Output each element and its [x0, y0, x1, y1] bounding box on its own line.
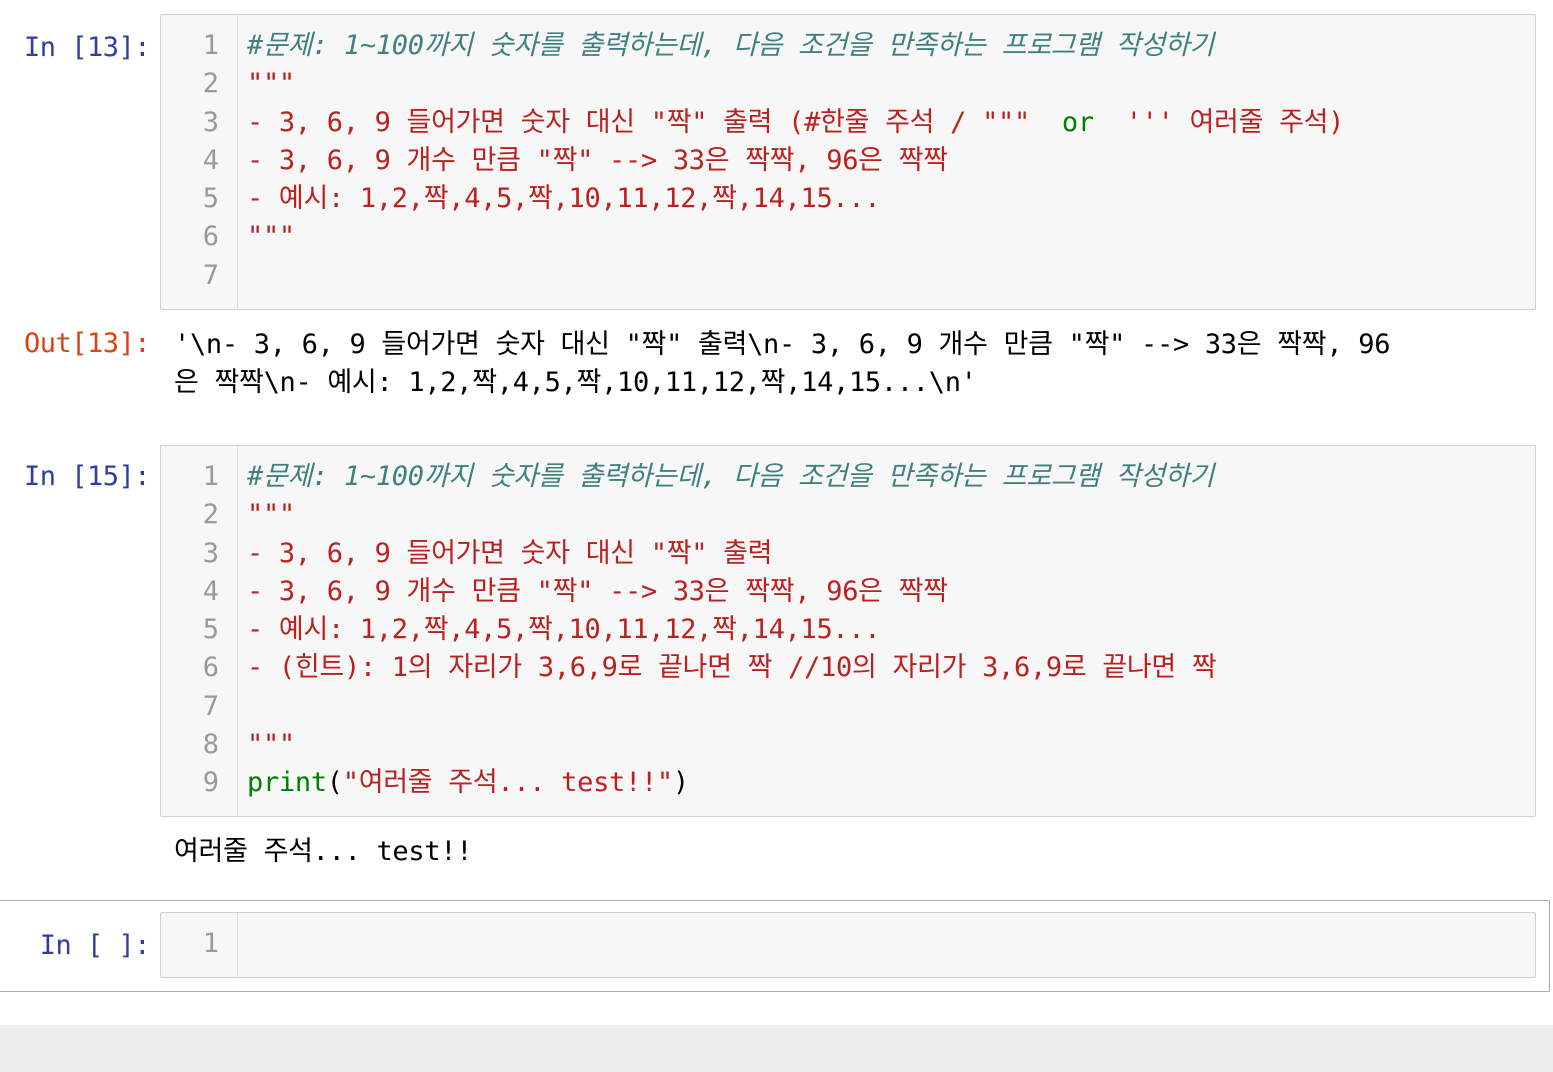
- code-line[interactable]: 9 print("여러줄 주석... test!!"): [161, 764, 1535, 802]
- code-token: "여러줄 주석... test!!": [342, 767, 673, 799]
- code-text: - 3, 6, 9 들어가면 숫자 대신 "짝" 출력 (#한줄 주석 / ""…: [247, 104, 1344, 142]
- code-line[interactable]: 6 - (힌트): 1의 자리가 3,6,9로 끝나면 짝 //10의 자리가 3…: [161, 649, 1535, 687]
- line-number: 4: [202, 144, 219, 176]
- line-number: 6: [202, 221, 219, 253]
- code-token: #문제: 1~100까지 숫자를 출력하는데, 다음 조건을 만족하는 프로그램…: [247, 461, 1214, 492]
- code-text: - 예시: 1,2,짝,4,5,짝,10,11,12,짝,14,15...: [247, 611, 881, 649]
- code-text: - 3, 6, 9 들어가면 숫자 대신 "짝" 출력: [247, 535, 773, 573]
- code-text: """: [247, 496, 295, 534]
- code-token: - 3, 6, 9 들어가면 숫자 대신 "짝" 출력 (#한줄 주석 / ""…: [247, 106, 1062, 138]
- cell-2-stdout-line-1: 여러줄 주석... test!!: [174, 836, 473, 867]
- code-token: - 3, 6, 9 개수 만큼 "짝" --> 33은 짝짝, 96은 짝짝: [247, 575, 948, 607]
- code-line[interactable]: 2 """: [161, 496, 1535, 534]
- code-token: """: [247, 499, 295, 531]
- cell-1-code-editor[interactable]: 1 #문제: 1~100까지 숫자를 출력하는데, 다음 조건을 만족하는 프로그…: [160, 14, 1536, 310]
- code-line[interactable]: 5 - 예시: 1,2,짝,4,5,짝,10,11,12,짝,14,15...: [161, 611, 1535, 649]
- cell-2-code-editor[interactable]: 1 #문제: 1~100까지 숫자를 출력하는데, 다음 조건을 만족하는 프로그…: [160, 445, 1536, 817]
- code-text: - 예시: 1,2,짝,4,5,짝,10,11,12,짝,14,15...: [247, 180, 881, 218]
- code-line[interactable]: 4 - 3, 6, 9 개수 만큼 "짝" --> 33은 짝짝, 96은 짝짝: [161, 142, 1535, 180]
- code-line[interactable]: 1 #문제: 1~100까지 숫자를 출력하는데, 다음 조건을 만족하는 프로그…: [161, 27, 1535, 65]
- cell-1-output-line-1: '\n- 3, 6, 9 들어가면 숫자 대신 "짝" 출력\n- 3, 6, …: [174, 329, 1391, 360]
- notebook-bottom-area: [0, 1025, 1553, 1072]
- code-token: (: [326, 767, 343, 799]
- line-number: 3: [202, 537, 219, 569]
- line-number: 5: [202, 183, 219, 215]
- line-number: 1: [202, 928, 219, 959]
- code-text: - 3, 6, 9 개수 만큼 "짝" --> 33은 짝짝, 96은 짝짝: [247, 142, 948, 180]
- cell-1-output-line-2: 은 짝짝\n- 예시: 1,2,짝,4,5,짝,10,11,12,짝,14,15…: [174, 367, 977, 398]
- line-number: 2: [202, 499, 219, 531]
- cell-3-code-lines: 1: [161, 925, 1535, 963]
- code-token: - 3, 6, 9 들어가면 숫자 대신 "짝" 출력: [247, 537, 773, 569]
- code-text: print("여러줄 주석... test!!"): [247, 764, 689, 802]
- code-line[interactable]: 5 - 예시: 1,2,짝,4,5,짝,10,11,12,짝,14,15...: [161, 180, 1535, 218]
- code-line[interactable]: 1 #문제: 1~100까지 숫자를 출력하는데, 다음 조건을 만족하는 프로그…: [161, 458, 1535, 496]
- code-token: - 예시: 1,2,짝,4,5,짝,10,11,12,짝,14,15...: [247, 614, 881, 646]
- code-token: """: [247, 729, 295, 761]
- code-line[interactable]: 1: [161, 925, 1535, 963]
- code-token: - 3, 6, 9 개수 만큼 "짝" --> 33은 짝짝, 96은 짝짝: [247, 144, 948, 176]
- line-number: 4: [202, 575, 219, 607]
- code-line[interactable]: 7: [161, 688, 1535, 726]
- line-number: 7: [202, 690, 219, 722]
- notebook-container: In [13]: 1 #문제: 1~100까지 숫자를 출력하는데, 다음 조건을…: [0, 0, 1553, 1025]
- code-token: """: [247, 68, 295, 100]
- code-line[interactable]: 4 - 3, 6, 9 개수 만큼 "짝" --> 33은 짝짝, 96은 짝짝: [161, 573, 1535, 611]
- code-token: """: [247, 221, 295, 253]
- code-line[interactable]: 3 - 3, 6, 9 들어가면 숫자 대신 "짝" 출력 (#한줄 주석 / "…: [161, 104, 1535, 142]
- line-number: 3: [202, 106, 219, 138]
- code-text: #문제: 1~100까지 숫자를 출력하는데, 다음 조건을 만족하는 프로그램…: [247, 27, 1214, 65]
- cell-1-code-lines: 1 #문제: 1~100까지 숫자를 출력하는데, 다음 조건을 만족하는 프로그…: [161, 27, 1535, 295]
- code-text: """: [247, 726, 295, 764]
- line-number: 8: [202, 729, 219, 761]
- code-text: - 3, 6, 9 개수 만큼 "짝" --> 33은 짝짝, 96은 짝짝: [247, 573, 948, 611]
- code-token: ''' 여러줄 주석): [1093, 106, 1345, 138]
- line-number: 1: [202, 461, 219, 492]
- code-token: #문제: 1~100까지 숫자를 출력하는데, 다음 조건을 만족하는 프로그램…: [247, 30, 1214, 61]
- code-text: """: [247, 65, 295, 103]
- cell-2-code-lines: 1 #문제: 1~100까지 숫자를 출력하는데, 다음 조건을 만족하는 프로그…: [161, 458, 1535, 803]
- line-number: 9: [202, 767, 219, 799]
- line-number: 2: [202, 68, 219, 100]
- code-token: or: [1061, 106, 1094, 138]
- cell-1-input-prompt: In [13]:: [23, 32, 151, 63]
- cell-3-input-prompt: In [ ]:: [39, 930, 151, 961]
- line-number: 7: [202, 259, 219, 291]
- code-line[interactable]: 7: [161, 257, 1535, 295]
- line-number: 6: [202, 652, 219, 684]
- line-number: 5: [202, 614, 219, 646]
- code-token: print: [247, 767, 327, 799]
- code-line[interactable]: 6 """: [161, 218, 1535, 256]
- code-line[interactable]: 2 """: [161, 65, 1535, 103]
- code-text: - (힌트): 1의 자리가 3,6,9로 끝나면 짝 //10의 자리가 3,…: [247, 649, 1217, 687]
- code-token: - 예시: 1,2,짝,4,5,짝,10,11,12,짝,14,15...: [247, 183, 881, 215]
- line-number: 1: [202, 30, 219, 61]
- cell-1-output-prompt: Out[13]:: [23, 328, 151, 359]
- cell-2-input-prompt: In [15]:: [23, 461, 151, 492]
- code-token: ): [672, 767, 689, 799]
- code-line[interactable]: 8 """: [161, 726, 1535, 764]
- code-token: - (힌트): 1의 자리가 3,6,9로 끝나면 짝 //10의 자리가 3,…: [247, 652, 1217, 684]
- cell-3-code-editor[interactable]: 1: [160, 912, 1536, 978]
- code-line[interactable]: 3 - 3, 6, 9 들어가면 숫자 대신 "짝" 출력: [161, 535, 1535, 573]
- code-text: #문제: 1~100까지 숫자를 출력하는데, 다음 조건을 만족하는 프로그램…: [247, 458, 1214, 496]
- code-text: """: [247, 218, 295, 256]
